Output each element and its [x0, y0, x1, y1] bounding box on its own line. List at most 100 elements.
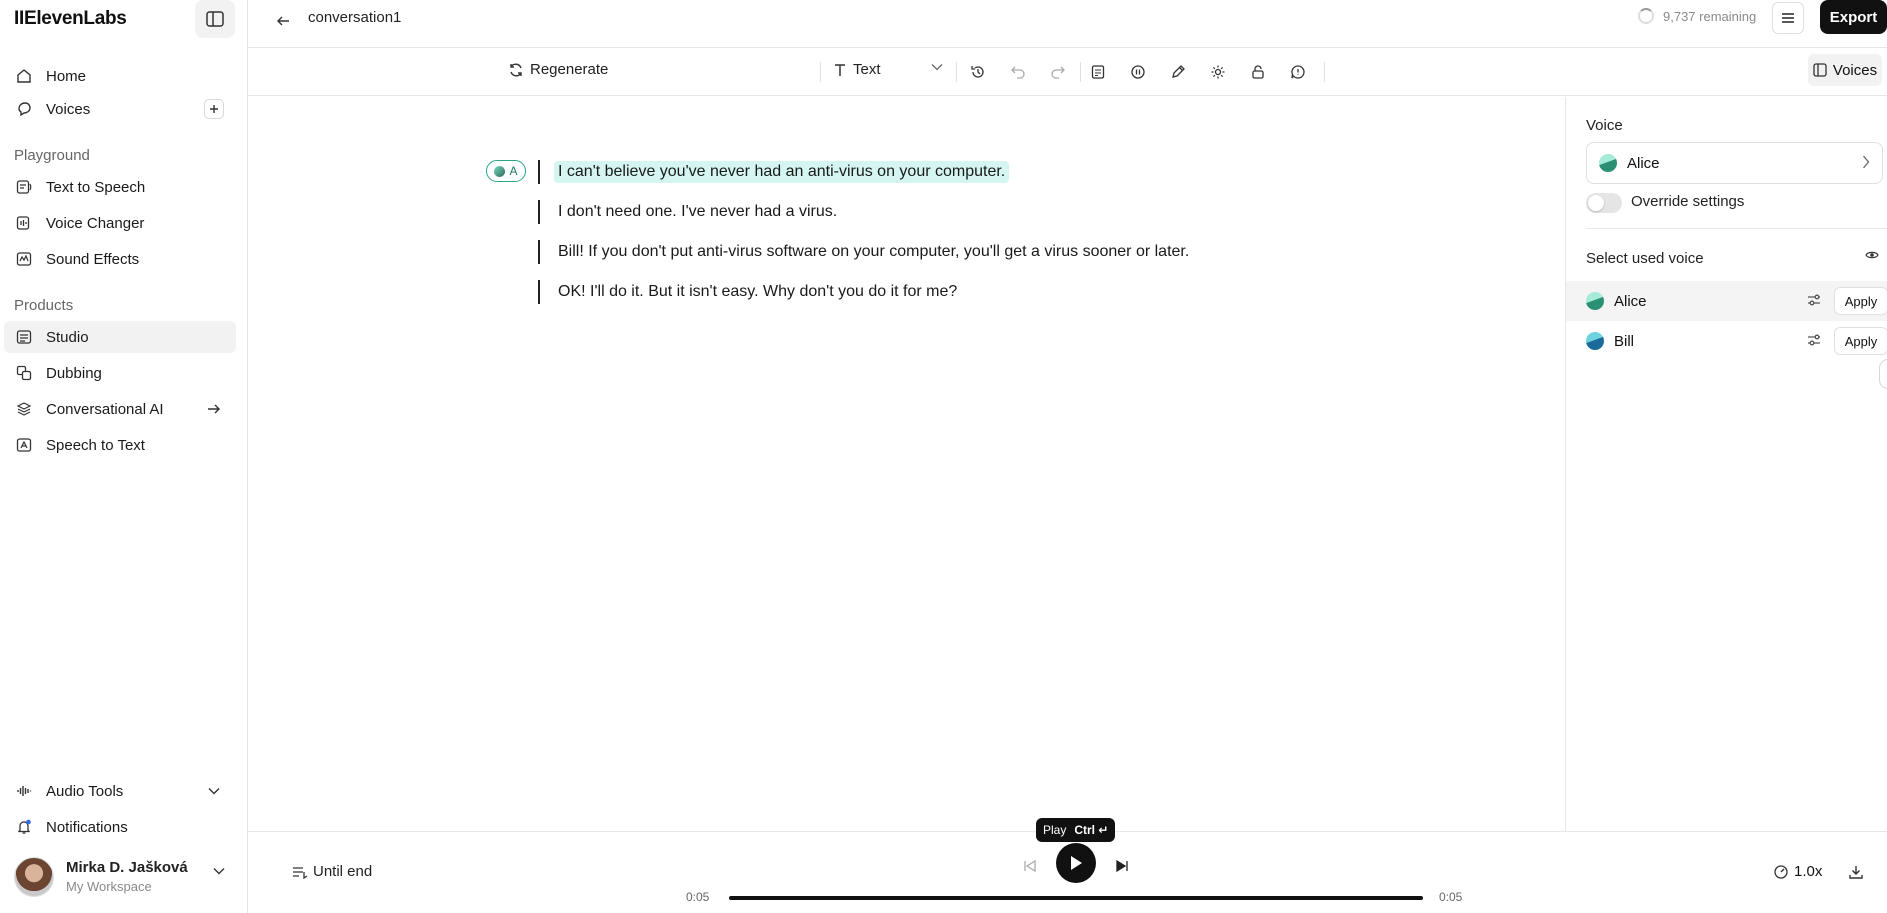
panel-resize-handle[interactable]	[1879, 359, 1887, 389]
sidebar-item-studio[interactable]: Studio	[4, 321, 236, 353]
sidebar-item-label: Voices	[46, 100, 91, 118]
sidebar-item-label: Conversational AI	[46, 400, 164, 418]
sidebar-item-home[interactable]: Home	[4, 60, 236, 92]
collapse-sidebar-button[interactable]	[195, 0, 235, 38]
menu-button[interactable]	[1772, 2, 1804, 34]
toggle-knob	[1588, 195, 1604, 211]
eye-icon[interactable]	[1865, 250, 1879, 260]
toolbar-divider	[820, 62, 821, 82]
voice-panel: Voice Alice Override settings Select use…	[1565, 97, 1887, 831]
paragraph-text[interactable]: I don't need one. I've never had a virus…	[554, 201, 841, 223]
until-end-label: Until end	[313, 863, 373, 880]
script-paragraph[interactable]: I don't need one. I've never had a virus…	[538, 199, 841, 225]
progress-bar[interactable]	[729, 896, 1423, 900]
panel-divider	[1586, 228, 1887, 229]
override-settings-label: Override settings	[1631, 193, 1745, 210]
voices-toggle-label: Voices	[1832, 61, 1878, 79]
project-title[interactable]: conversation1	[308, 9, 401, 26]
used-voice-row-alice[interactable]: Alice Apply	[1566, 281, 1887, 321]
sidebar-item-dubbing[interactable]: Dubbing	[4, 357, 236, 389]
sidebar-item-voice-changer[interactable]: Voice Changer	[4, 207, 236, 239]
paragraph-text[interactable]: I can't believe you've never had an anti…	[554, 161, 1010, 183]
user-menu[interactable]: Mirka D. Jašková My Workspace	[14, 855, 239, 899]
history-button[interactable]	[966, 60, 990, 84]
sidebar-item-label: Voice Changer	[46, 214, 145, 232]
undo-button[interactable]	[1006, 60, 1030, 84]
voices-panel-toggle[interactable]: Voices	[1808, 54, 1882, 86]
voice-settings-icon[interactable]	[1806, 332, 1822, 348]
skip-forward-button[interactable]	[1110, 854, 1134, 878]
settings-button[interactable]	[1206, 60, 1230, 84]
sidebar-item-conversational-ai[interactable]: Conversational AI	[4, 393, 236, 425]
play-icon	[1071, 856, 1082, 870]
playback-speed-button[interactable]: 1.0x	[1773, 863, 1822, 880]
skip-back-icon	[1024, 859, 1036, 873]
speedometer-icon	[1773, 864, 1789, 880]
select-used-voice-label: Select used voice	[1586, 250, 1704, 267]
unlock-icon	[1252, 65, 1264, 79]
paragraph-marker	[538, 160, 540, 184]
sidebar-item-speech-to-text[interactable]: Speech to Text	[4, 429, 236, 461]
text-type-icon	[833, 63, 847, 77]
pen-button[interactable]	[1166, 60, 1190, 84]
conversational-ai-icon	[14, 399, 34, 419]
playground-section-label: Playground	[14, 147, 90, 164]
elevenlabs-logo[interactable]: IIElevenLabs	[14, 8, 127, 30]
script-paragraph[interactable]: I can't believe you've never had an anti…	[538, 159, 1010, 185]
redo-button[interactable]	[1046, 60, 1070, 84]
credits-remaining: 9,737 remaining	[1638, 8, 1756, 24]
refresh-icon	[508, 62, 524, 78]
voice-avatar-icon	[1599, 154, 1617, 172]
block-type-value: Text	[853, 61, 881, 78]
voice-settings-icon[interactable]	[1806, 292, 1822, 308]
override-settings-toggle[interactable]	[1586, 193, 1622, 213]
speaker-badge[interactable]: A	[486, 160, 526, 182]
tooltip-label: Play	[1043, 823, 1067, 837]
voice-avatar-icon	[1586, 292, 1604, 310]
back-button[interactable]	[268, 6, 298, 36]
comment-button[interactable]	[1286, 60, 1310, 84]
voice-avatar-icon	[494, 165, 506, 177]
bell-icon	[14, 817, 34, 837]
regenerate-button[interactable]: Regenerate	[508, 61, 608, 78]
sidebar-item-audio-tools[interactable]: Audio Tools	[4, 775, 236, 807]
playback-mode-button[interactable]: Until end	[292, 863, 372, 880]
voice-avatar-icon	[1586, 332, 1604, 350]
pronunciation-button[interactable]	[1086, 60, 1110, 84]
gear-icon	[1211, 65, 1225, 79]
sidebar-item-sound-effects[interactable]: Sound Effects	[4, 243, 236, 275]
sidebar-item-voices[interactable]: Voices	[4, 93, 236, 125]
speech-to-text-icon	[14, 435, 34, 455]
plus-icon	[210, 105, 218, 113]
lock-button[interactable]	[1246, 60, 1270, 84]
paragraph-marker	[538, 280, 540, 304]
apply-voice-button[interactable]: Apply	[1834, 327, 1887, 355]
waveform-icon	[14, 781, 34, 801]
apply-voice-button[interactable]: Apply	[1834, 287, 1887, 315]
script-paragraph[interactable]: Bill! If you don't put anti-virus softwa…	[538, 239, 1193, 265]
history-icon	[971, 66, 984, 78]
play-button[interactable]	[1056, 843, 1096, 883]
sidebar-item-text-to-speech[interactable]: Text to Speech	[4, 171, 236, 203]
export-button[interactable]: Export	[1820, 0, 1887, 34]
download-button[interactable]	[1845, 861, 1867, 883]
pause-insert-button[interactable]	[1126, 60, 1150, 84]
script-paragraph[interactable]: OK! I'll do it. But it isn't easy. Why d…	[538, 279, 961, 305]
block-type-select[interactable]: Text	[833, 61, 943, 78]
paragraph-text[interactable]: Bill! If you don't put anti-virus softwa…	[554, 241, 1193, 263]
pen-icon	[1172, 65, 1185, 78]
chevron-down-icon	[204, 781, 224, 801]
paragraph-text[interactable]: OK! I'll do it. But it isn't easy. Why d…	[554, 281, 961, 303]
usage-ring-icon	[1638, 8, 1654, 24]
sidebar-item-notifications[interactable]: Notifications	[4, 811, 236, 843]
used-voice-row-bill[interactable]: Bill Apply	[1566, 321, 1887, 361]
arrow-left-icon	[277, 16, 289, 26]
player-bar: Until end Play Ctrl ↵ 0:05 0:05 1.0x	[248, 818, 1887, 913]
tooltip-shortcut: Ctrl ↵	[1074, 823, 1109, 837]
arrow-right-icon	[204, 399, 224, 419]
sidebar-item-label: Home	[46, 67, 87, 85]
skip-back-button[interactable]	[1018, 854, 1042, 878]
paragraph-marker	[538, 240, 540, 264]
add-voice-button[interactable]	[204, 99, 224, 119]
voice-select[interactable]: Alice	[1586, 142, 1883, 184]
